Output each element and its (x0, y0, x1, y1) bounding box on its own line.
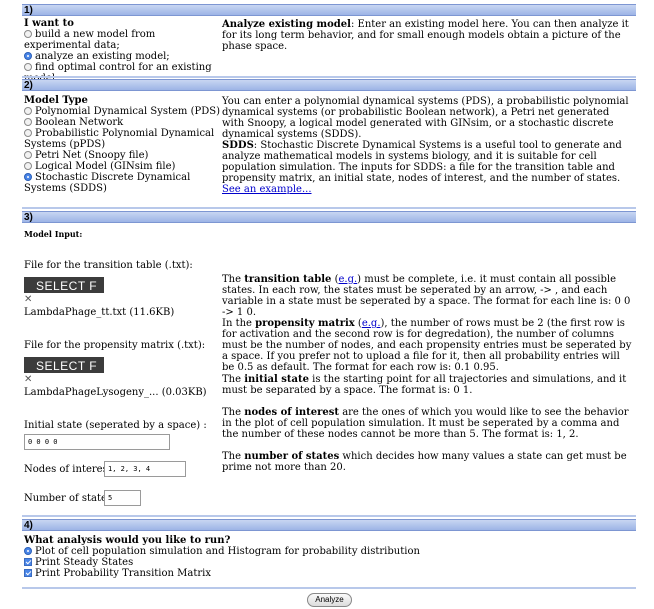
checkbox-checked-icon[interactable] (24, 558, 32, 566)
option-petri-net[interactable]: Petri Net (Snoopy file) (24, 150, 220, 161)
analyze-button[interactable]: Analyze (307, 593, 352, 607)
section-number: 1) (24, 5, 33, 16)
section-4-options: What analysis would you like to run? Plo… (24, 535, 624, 579)
option-boolean-network[interactable]: Boolean Network (24, 117, 220, 128)
propensity-matrix-help: In the propensity matrix (e.g.), the num… (222, 318, 632, 373)
number-of-states-input[interactable]: 5 (104, 490, 141, 506)
section-number: 3) (24, 212, 33, 223)
radio-icon[interactable] (24, 129, 32, 137)
sdds-description: SDDS: Stochastic Discrete Dynamical Syst… (222, 140, 622, 195)
option-build-new-model[interactable]: build a new model from experimental data… (24, 29, 220, 51)
radio-icon[interactable] (24, 118, 32, 126)
option-analyze-existing[interactable]: analyze an existing model; (24, 51, 220, 62)
section-2-header: 2) (22, 79, 636, 91)
section-separator (22, 207, 636, 209)
section-1-description: Analyze existing model: Enter an existin… (222, 19, 629, 52)
section-separator (22, 76, 636, 78)
remove-file-icon[interactable]: ✕ (24, 374, 32, 385)
section-separator (22, 587, 636, 589)
initial-state-help: The initial state is the starting point … (222, 374, 627, 396)
section-number: 4) (24, 520, 33, 531)
transition-file-name: LambdaPhage_tt.txt (11.6KB) (24, 307, 175, 318)
section-number: 2) (24, 80, 33, 91)
analysis-heading: What analysis would you like to run? (24, 535, 231, 546)
option-plot-simulation[interactable]: Plot of cell population simulation and H… (24, 546, 624, 557)
option-ppds[interactable]: Probabilistic Polynomial Dynamical Syste… (24, 128, 220, 150)
option-sdds[interactable]: Stochastic Discrete Dynamical Systems (S… (24, 172, 220, 194)
radio-icon[interactable] (24, 30, 32, 38)
checkbox-checked-icon[interactable] (24, 569, 32, 577)
radio-selected-icon[interactable] (24, 173, 32, 181)
section-2-options: Model Type Polynomial Dynamical System (… (24, 95, 220, 194)
transition-example-link[interactable]: e.g. (338, 274, 357, 285)
number-of-states-help: The number of states which decides how m… (222, 451, 627, 473)
nodes-of-interest-help: The nodes of interest are the ones of wh… (222, 407, 629, 440)
section-separator (22, 515, 636, 517)
propensity-matrix-label: File for the propensity matrix (.txt): (24, 340, 206, 351)
section-2-heading: Model Type (24, 95, 88, 106)
option-print-transition-matrix[interactable]: Print Probability Transition Matrix (24, 568, 624, 579)
model-input-heading: Model Input: (24, 229, 83, 239)
see-example-link[interactable]: See an example... (222, 184, 312, 195)
transition-table-help: The transition table (e.g.) must be comp… (222, 274, 631, 318)
select-propensity-file-button[interactable]: SELECT F (24, 357, 104, 373)
option-logical-model[interactable]: Logical Model (GINsim file) (24, 161, 220, 172)
propensity-example-link[interactable]: e.g. (362, 318, 381, 329)
radio-icon[interactable] (24, 162, 32, 170)
option-pds[interactable]: Polynomial Dynamical System (PDS) (24, 106, 220, 117)
initial-state-input[interactable]: 0 0 0 0 (24, 434, 170, 450)
radio-selected-icon[interactable] (24, 52, 32, 60)
section-1-options: I want to build a new model from experim… (24, 18, 220, 84)
remove-file-icon[interactable]: ✕ (24, 294, 32, 305)
propensity-file-name: LambdaPhageLysogeny_... (0.03KB) (24, 387, 207, 398)
select-transition-file-button[interactable]: SELECT F (24, 277, 104, 293)
section-3-header: 3) (22, 211, 636, 223)
section-4-header: 4) (22, 519, 636, 531)
radio-icon[interactable] (24, 151, 32, 159)
radio-icon[interactable] (24, 63, 32, 71)
section-1-header: 1) (22, 4, 636, 16)
transition-table-label: File for the transition table (.txt): (24, 260, 193, 271)
section-1-heading: I want to (24, 18, 74, 29)
option-print-steady-states[interactable]: Print Steady States (24, 557, 624, 568)
radio-selected-icon[interactable] (24, 547, 32, 555)
radio-icon[interactable] (24, 107, 32, 115)
nodes-of-interest-input[interactable]: 1, 2, 3, 4 (104, 461, 186, 477)
initial-state-label: Initial state (seperated by a space) : (24, 420, 207, 431)
section-2-description: You can enter a polynomial dynamical sys… (222, 96, 629, 140)
